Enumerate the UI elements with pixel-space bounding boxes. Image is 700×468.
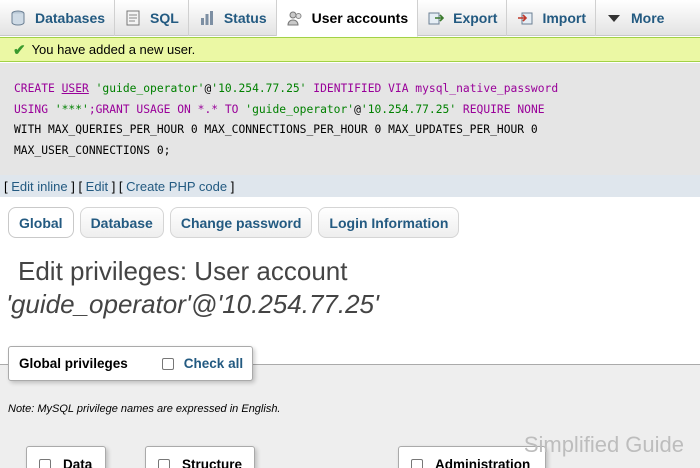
sql-keyword: REQUIRE NONE xyxy=(456,102,545,116)
tab-label: More xyxy=(631,10,665,26)
sql-text: @ xyxy=(354,102,361,116)
privilege-group-data: Data xyxy=(26,446,106,468)
create-php-code-link[interactable]: Create PHP code xyxy=(126,179,227,194)
check-all-checkbox[interactable] xyxy=(161,357,174,370)
privilege-group-structure: Structure xyxy=(145,446,255,468)
structure-checkbox[interactable] xyxy=(158,459,170,468)
tab-label: SQL xyxy=(150,10,179,26)
privilege-subtabs: Global Database Change password Login In… xyxy=(8,207,465,238)
sql-text: WITH MAX_QUERIES_PER_HOUR 0 MAX_CONNECTI… xyxy=(14,123,538,136)
import-icon xyxy=(517,10,533,26)
sql-keyword: USING xyxy=(14,102,55,116)
sql-string: '***' xyxy=(54,102,89,116)
sql-text: MAX_USER_CONNECTIONS 0; xyxy=(14,143,171,157)
subtab-database[interactable]: Database xyxy=(79,207,164,238)
tab-databases[interactable]: Databases xyxy=(0,0,116,36)
database-icon xyxy=(10,10,26,26)
subtab-login-information[interactable]: Login Information xyxy=(318,207,460,238)
users-icon xyxy=(287,10,303,26)
tab-label: User accounts xyxy=(311,10,409,26)
top-tab-bar: Databases SQL Status User accounts Expor… xyxy=(0,0,700,37)
global-privileges-legend: Global privileges Check all xyxy=(8,346,253,381)
success-message: ✔ You have added a new user. xyxy=(0,37,700,62)
user-account-name: 'guide_operator'@'10.254.77.25' xyxy=(6,289,379,319)
sql-string: '10.254.77.25' xyxy=(211,82,307,95)
check-all-label: Check all xyxy=(183,356,244,371)
status-icon xyxy=(199,10,215,26)
tab-label: Status xyxy=(223,10,267,26)
check-all-toggle[interactable]: Check all xyxy=(161,356,244,371)
sql-string: 'guide_operator' xyxy=(245,102,355,116)
export-icon xyxy=(428,10,445,26)
subtab-global[interactable]: Global xyxy=(8,207,74,238)
sql-keyword: IDENTIFIED VIA mysql_native_password xyxy=(306,82,559,95)
tab-import[interactable]: Import xyxy=(507,0,597,36)
sql-keyword-link[interactable]: USER xyxy=(62,82,89,95)
watermark: Simplified Guide xyxy=(523,432,684,457)
group-label: Data xyxy=(63,457,93,468)
group-label: Administration xyxy=(435,457,531,468)
sql-icon xyxy=(125,10,141,26)
tab-user-accounts[interactable]: User accounts xyxy=(276,0,419,37)
data-checkbox[interactable] xyxy=(39,459,51,468)
tab-label: Export xyxy=(453,10,498,26)
tab-sql[interactable]: SQL xyxy=(115,0,189,36)
tab-status[interactable]: Status xyxy=(189,0,277,36)
privilege-note: Note: MySQL privilege names are expresse… xyxy=(8,403,281,415)
administration-checkbox[interactable] xyxy=(411,459,423,468)
page-title: Edit privileges: User account xyxy=(18,256,348,286)
legend-title: Global privileges xyxy=(19,356,128,371)
subtab-change-password[interactable]: Change password xyxy=(169,207,313,238)
sql-keyword: CREATE xyxy=(14,82,62,95)
success-text: You have added a new user. xyxy=(31,42,196,57)
sql-string: '10.254.77.25' xyxy=(360,102,457,116)
tab-label: Import xyxy=(542,10,587,26)
sql-keyword: ;GRANT USAGE ON *.* TO xyxy=(88,102,246,116)
tab-label: Databases xyxy=(35,10,106,26)
tab-export[interactable]: Export xyxy=(418,0,508,36)
checkmark-icon: ✔ xyxy=(13,41,26,59)
caret-down-icon xyxy=(606,10,622,26)
edit-inline-link[interactable]: Edit inline xyxy=(11,179,67,194)
tab-more[interactable]: More xyxy=(596,0,673,36)
edit-link[interactable]: Edit xyxy=(86,179,108,194)
sql-edit-links: [ Edit inline ] [ Edit ] [ Create PHP co… xyxy=(0,175,700,197)
sql-query-box: CREATE USER 'guide_operator'@'10.254.77.… xyxy=(0,63,700,175)
group-label: Structure xyxy=(182,457,243,468)
sql-string: 'guide_operator' xyxy=(88,82,205,95)
